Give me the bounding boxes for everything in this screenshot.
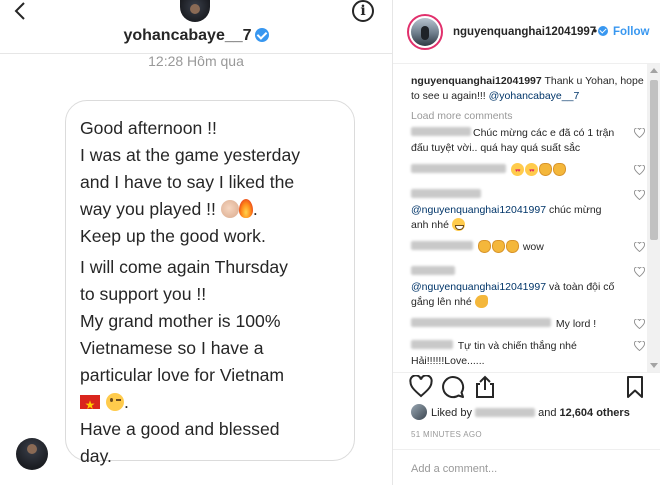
heart-icon[interactable] [634,128,645,138]
heart-icon[interactable] [634,341,645,351]
heart-icon[interactable] [409,375,433,399]
message-line: Have a good and blessed [80,419,280,439]
comment-username-blurred[interactable] [411,164,506,173]
share-icon[interactable] [473,375,497,399]
dm-timestamp: 12:28 Hôm qua [148,53,244,69]
comment-username-blurred[interactable] [411,318,551,327]
heart-icon[interactable] [634,190,645,200]
sender-avatar[interactable] [16,438,48,470]
comment-mention-link[interactable]: @nguyenquanghai12041997 [411,281,546,293]
winking-face-emoji-icon [106,393,124,411]
message-line: Vietnamese so I have a [80,338,264,358]
comment-item: Tự tin và chiến thắng nhé Hải!!!!!!Love.… [411,339,647,369]
fire-emoji-icon [238,199,253,218]
heart-icon[interactable] [634,242,645,252]
heart-icon[interactable] [634,267,645,277]
comment-mention-link[interactable]: @nguyenquanghai12041997 [411,204,546,216]
post-author-username[interactable]: nguyenquanghai12041997 [453,26,609,38]
comment-item: wow [411,240,647,258]
comment-item: Chúc mừng các e đã có 1 trận đấu tuyệt v… [411,126,647,156]
post-time-ago: 51 MINUTES AGO [411,430,482,439]
verified-badge-icon [598,26,609,36]
comment-username-blurred[interactable] [411,189,481,198]
message-line: My grand mother is 100% [80,311,281,331]
message-line: particular love for Vietnam [80,365,285,385]
message-line: and I have to say I liked the [80,172,295,192]
scroll-up-arrow-icon[interactable] [650,68,658,73]
separator-dot: • [593,24,598,38]
emoji-group-icon [510,163,567,181]
clapping-hands-emoji-icon [220,200,239,218]
load-more-comments-link[interactable]: Load more comments [411,110,647,122]
comment-username-blurred[interactable] [411,127,471,136]
comment-item [411,163,647,181]
scroll-down-arrow-icon[interactable] [650,363,658,368]
comments-scrollbar[interactable] [647,64,660,372]
comment-username-blurred[interactable] [411,266,455,275]
post-author-avatar[interactable] [407,14,443,50]
comment-item: @nguyenquanghai12041997 và toàn đội cố g… [411,265,647,310]
flexed-biceps-emoji-icon [474,295,488,308]
message-line: way you played !! . [80,199,258,219]
message-line: Keep up the good work. [80,226,266,246]
bookmark-icon[interactable] [623,375,647,399]
dm-header: yohancabaye__7 i [0,0,392,54]
liker-avatar [411,404,427,420]
chevron-left-icon[interactable] [12,2,30,20]
comment-item: @nguyenquanghai12041997 chúc mừng anh nh… [411,188,647,233]
message-bubble: Good afternoon !! I was at the game yest… [65,100,355,466]
heart-icon[interactable] [634,319,645,329]
dm-username: yohancabaye__7 [0,27,392,45]
message-line: Good afternoon !! [80,118,217,138]
message-line: to support you !! [80,284,207,304]
info-icon[interactable]: i [352,0,374,22]
message-line: day. [80,446,112,466]
caption-username[interactable]: nguyenquanghai12041997 [411,75,542,87]
dm-conversation-screenshot: yohancabaye__7 i 12:28 Hôm qua Good afte… [0,0,392,485]
message-line: I was at the game yesterday [80,145,301,165]
post-caption: nguyenquanghai12041997 Thank u Yohan, ho… [411,75,644,102]
heart-icon[interactable] [634,165,645,175]
message-line: I will come again Thursday [80,257,288,277]
grinning-face-emoji-icon [451,218,465,231]
add-comment-input[interactable] [411,460,641,478]
instagram-post-panel: nguyenquanghai12041997 • Follow nguyenqu… [392,0,660,485]
comment-icon[interactable] [441,375,465,399]
verified-badge-icon [254,28,269,42]
caption-mention-link[interactable]: @yohancabaye__7 [489,90,580,102]
vietnam-flag-emoji-icon [80,392,100,419]
add-comment-bar [393,449,660,485]
dm-header-avatar[interactable] [180,0,210,22]
likes-count-link[interactable]: 12,604 others [560,407,630,419]
liker-username-blurred[interactable] [475,408,536,417]
post-header: nguyenquanghai12041997 • Follow [393,0,660,64]
comment-username-blurred[interactable] [411,241,473,250]
scrollbar-thumb[interactable] [650,80,658,240]
follow-button[interactable]: Follow [613,26,649,38]
message-line: . [80,389,340,419]
comment-item: My lord ! [411,317,647,332]
comment-username-blurred[interactable] [411,340,453,349]
likes-summary: Liked by and 12,604 others [411,404,630,420]
clapping-hands-emoji-icon [477,240,520,258]
post-actions-section: Liked by and 12,604 others 51 MINUTES AG… [393,372,660,485]
comments-list: nguyenquanghai12041997 Thank u Yohan, ho… [393,64,647,372]
